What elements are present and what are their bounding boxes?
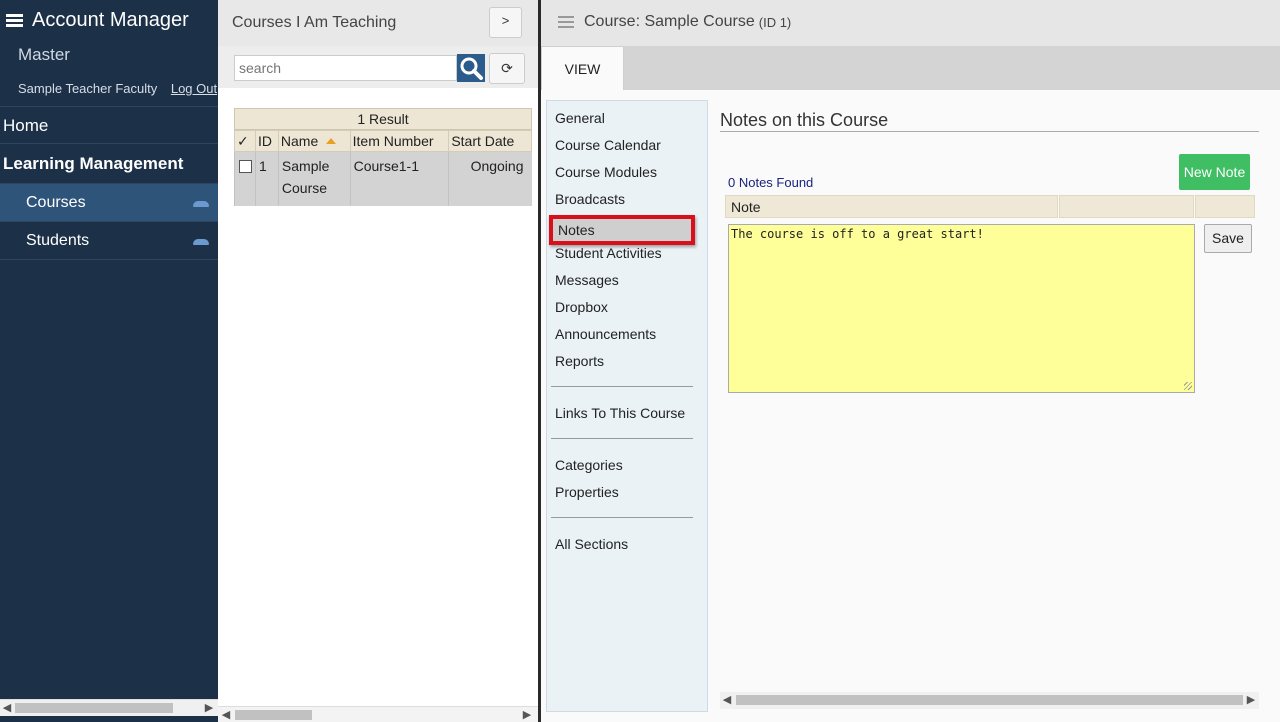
course-list-panel: Courses I Am Teaching > ⟳ 1 Result ✓ ID … bbox=[218, 0, 538, 722]
scroll-right-arrow-icon[interactable]: ▶ bbox=[520, 707, 534, 722]
app-title: Account Manager bbox=[6, 9, 189, 32]
section-separator bbox=[551, 517, 693, 518]
result-count: 1 Result bbox=[234, 108, 532, 130]
column-header-name[interactable]: Name bbox=[277, 130, 351, 152]
app-window: Account Manager Master Sample Teacher Fa… bbox=[0, 0, 1280, 722]
content-scrollbar[interactable]: ◀ ▶ bbox=[720, 692, 1259, 709]
app-title-label: Account Manager bbox=[32, 9, 189, 31]
section-item-links[interactable]: Links To This Course bbox=[555, 405, 685, 421]
scroll-left-arrow-icon[interactable]: ◀ bbox=[219, 707, 233, 722]
refresh-icon: ⟳ bbox=[501, 60, 513, 76]
hamburger-menu-icon[interactable] bbox=[6, 13, 23, 28]
sidebar-item-students[interactable]: Students bbox=[0, 222, 218, 260]
search-input[interactable] bbox=[234, 55, 457, 81]
scroll-right-arrow-icon[interactable]: ▶ bbox=[202, 700, 216, 716]
detail-header: Course: Sample Course (ID 1) bbox=[541, 0, 1280, 46]
scrollbar-thumb[interactable] bbox=[15, 703, 173, 713]
expand-panel-button[interactable]: > bbox=[489, 7, 522, 38]
section-item-course-modules[interactable]: Course Modules bbox=[555, 164, 657, 180]
detail-title: Course: Sample Course (ID 1) bbox=[558, 13, 791, 31]
scroll-right-arrow-icon[interactable]: ▶ bbox=[1244, 692, 1258, 708]
user-name: Sample Teacher Faculty bbox=[18, 81, 158, 96]
sidebar: Account Manager Master Sample Teacher Fa… bbox=[0, 0, 218, 722]
tab-view[interactable]: VIEW bbox=[541, 46, 624, 90]
user-row: Sample Teacher Faculty Log Out bbox=[18, 81, 217, 96]
course-table: ✓ ID Name Item Number Start Date 1 Sampl… bbox=[234, 130, 532, 206]
column-header-id[interactable]: ID bbox=[255, 130, 279, 152]
notes-heading: Notes on this Course bbox=[720, 110, 889, 130]
course-title: Course: Sample Course bbox=[584, 13, 755, 30]
list-panel-title: Courses I Am Teaching bbox=[232, 14, 397, 31]
course-id: (ID 1) bbox=[758, 14, 792, 30]
section-item-course-calendar[interactable]: Course Calendar bbox=[555, 137, 661, 153]
org-name[interactable]: Master bbox=[18, 45, 70, 65]
section-item-announcements[interactable]: Announcements bbox=[555, 326, 656, 342]
section-nav: General Course Calendar Course Modules B… bbox=[546, 100, 708, 712]
row-checkbox-cell[interactable] bbox=[234, 151, 256, 206]
cell-start-date: Ongoing bbox=[448, 151, 532, 206]
section-separator bbox=[551, 438, 693, 439]
sidebar-item-label: Courses bbox=[26, 194, 86, 211]
search-icon bbox=[460, 57, 483, 80]
list-panel-header: Courses I Am Teaching > bbox=[218, 0, 538, 46]
course-detail-panel: Course: Sample Course (ID 1) VIEW Genera… bbox=[541, 0, 1280, 722]
search-bar: ⟳ bbox=[218, 46, 538, 88]
section-separator bbox=[551, 386, 693, 387]
sort-ascending-icon bbox=[326, 138, 337, 144]
pin-icon[interactable] bbox=[193, 239, 209, 245]
heading-rule bbox=[720, 131, 1259, 132]
menu-icon[interactable] bbox=[558, 16, 574, 28]
search-button[interactable] bbox=[457, 54, 485, 82]
column-header-item-number[interactable]: Item Number bbox=[349, 130, 450, 152]
scroll-left-arrow-icon[interactable]: ◀ bbox=[0, 700, 14, 716]
scroll-left-arrow-icon[interactable]: ◀ bbox=[720, 692, 734, 708]
sidebar-item-courses[interactable]: Courses bbox=[0, 184, 218, 222]
scrollbar-thumb[interactable] bbox=[235, 710, 312, 720]
sidebar-item-label: Students bbox=[26, 232, 90, 249]
list-scrollbar[interactable]: ◀ ▶ bbox=[218, 706, 538, 722]
table-header-row: ✓ ID Name Item Number Start Date bbox=[234, 130, 532, 152]
tab-bar: VIEW bbox=[541, 46, 1280, 90]
note-textarea[interactable]: The course is off to a great start! bbox=[728, 224, 1195, 393]
table-row[interactable]: 1 Sample Course Course1-1 Ongoing bbox=[234, 151, 532, 206]
cell-item-number: Course1-1 bbox=[349, 151, 449, 206]
logout-link[interactable]: Log Out bbox=[171, 81, 217, 96]
section-item-student-activities[interactable]: Student Activities bbox=[555, 245, 662, 261]
save-button[interactable]: Save bbox=[1204, 224, 1252, 253]
section-item-broadcasts[interactable]: Broadcasts bbox=[555, 191, 625, 207]
section-item-all-sections[interactable]: All Sections bbox=[555, 536, 628, 552]
column-header-label: Name bbox=[280, 133, 319, 149]
section-item-messages[interactable]: Messages bbox=[555, 272, 619, 288]
cell-id: 1 bbox=[255, 151, 279, 206]
column-header-blank bbox=[1195, 195, 1255, 218]
scrollbar-thumb[interactable] bbox=[736, 695, 1243, 705]
row-checkbox[interactable] bbox=[239, 160, 252, 173]
section-item-label: Notes bbox=[558, 222, 595, 238]
resize-grip-icon[interactable] bbox=[1184, 382, 1192, 390]
notes-content: Notes on this Course New Note 0 Notes Fo… bbox=[720, 100, 1265, 700]
cell-name: Sample Course bbox=[277, 151, 351, 206]
section-item-properties[interactable]: Properties bbox=[555, 484, 619, 500]
select-all-header[interactable]: ✓ bbox=[234, 130, 256, 152]
column-header-blank bbox=[1059, 195, 1194, 218]
section-item-categories[interactable]: Categories bbox=[555, 457, 623, 473]
nav-home[interactable]: Home bbox=[0, 106, 218, 144]
section-item-general[interactable]: General bbox=[555, 110, 605, 126]
column-header-note: Note bbox=[725, 195, 1058, 218]
sidebar-scrollbar[interactable]: ◀ ▶ bbox=[0, 699, 218, 716]
refresh-button[interactable]: ⟳ bbox=[489, 53, 525, 84]
section-item-notes[interactable]: Notes bbox=[549, 215, 695, 245]
column-header-start-date[interactable]: Start Date bbox=[448, 130, 532, 152]
section-item-dropbox[interactable]: Dropbox bbox=[555, 299, 608, 315]
new-note-button[interactable]: New Note bbox=[1179, 154, 1250, 190]
nav-learning-management[interactable]: Learning Management bbox=[0, 144, 218, 184]
pin-icon[interactable] bbox=[193, 201, 209, 207]
notes-found-count: 0 Notes Found bbox=[728, 175, 814, 190]
section-item-reports[interactable]: Reports bbox=[555, 353, 604, 369]
